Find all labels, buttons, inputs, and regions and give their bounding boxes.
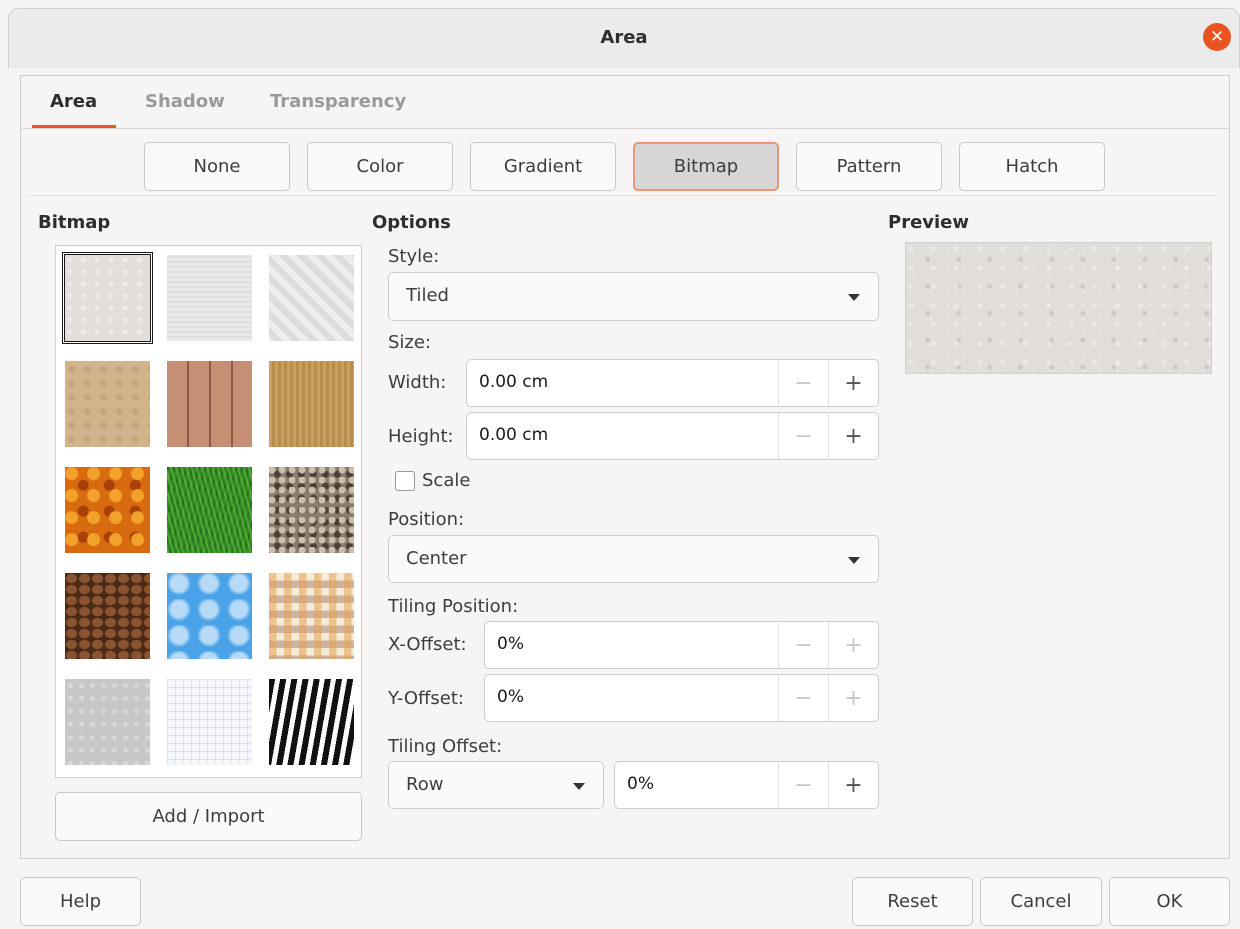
help-button[interactable]: Help — [20, 877, 141, 926]
fill-gradient-button[interactable]: Gradient — [470, 142, 616, 191]
fill-pattern-button[interactable]: Pattern — [796, 142, 942, 191]
chevron-down-icon — [848, 557, 860, 564]
window-title: Area — [600, 27, 648, 48]
bitmap-wooden-planks[interactable] — [161, 355, 258, 453]
bitmap-painted-white[interactable] — [59, 249, 156, 347]
width-increment-button[interactable]: + — [828, 360, 878, 406]
y-offset-decrement-button[interactable]: − — [778, 675, 828, 721]
bitmap-pebbles[interactable] — [263, 461, 360, 559]
position-dropdown[interactable]: Center — [388, 535, 879, 583]
x-offset-spinbox[interactable]: 0% − + — [484, 621, 879, 669]
y-offset-increment-button[interactable]: + — [828, 675, 878, 721]
fill-bitmap-button[interactable]: Bitmap — [633, 142, 779, 191]
tiling-offset-decrement-button[interactable]: − — [778, 762, 828, 808]
tiling-offset-spinbox[interactable]: 0% − + — [614, 761, 879, 809]
x-offset-increment-button[interactable]: + — [828, 622, 878, 668]
height-value: 0.00 cm — [479, 425, 549, 445]
width-decrement-button[interactable]: − — [778, 360, 828, 406]
bitmap-cardboard[interactable] — [263, 355, 360, 453]
tiling-offset-mode-dropdown[interactable]: Row — [388, 761, 604, 809]
tiling-offset-increment-button[interactable]: + — [828, 762, 878, 808]
style-dropdown[interactable]: Tiled — [388, 272, 879, 321]
width-spinbox[interactable]: 0.00 cm − + — [466, 359, 879, 407]
tiling-offset-mode-value: Row — [406, 774, 444, 795]
bitmap-grass[interactable] — [161, 461, 258, 559]
tab-bar: Area Shadow Transparency — [20, 75, 1230, 129]
bitmap-graph-paper[interactable] — [161, 673, 258, 771]
tiling-offset-label: Tiling Offset: — [388, 736, 503, 757]
ok-button[interactable]: OK — [1109, 877, 1230, 926]
y-offset-value: 0% — [497, 687, 524, 707]
tiling-offset-value: 0% — [627, 774, 654, 794]
preview-box — [905, 242, 1212, 374]
width-label: Width: — [388, 372, 447, 393]
active-tab-indicator — [32, 125, 116, 128]
fill-hatch-button[interactable]: Hatch — [959, 142, 1105, 191]
tab-transparency[interactable]: Transparency — [270, 91, 406, 112]
x-offset-label: X-Offset: — [388, 634, 467, 655]
cancel-button[interactable]: Cancel — [980, 877, 1102, 926]
bitmap-section-label: Bitmap — [38, 212, 111, 233]
bitmap-paper-texture[interactable] — [161, 249, 258, 347]
reset-button[interactable]: Reset — [852, 877, 973, 926]
separator — [28, 195, 1218, 196]
close-icon[interactable]: ✕ — [1203, 23, 1231, 51]
bitmap-zebra[interactable] — [263, 673, 360, 771]
scale-label: Scale — [422, 470, 471, 491]
style-label: Style: — [388, 246, 440, 267]
tab-area[interactable]: Area — [50, 91, 97, 112]
height-increment-button[interactable]: + — [828, 413, 878, 459]
options-section-label: Options — [372, 212, 451, 233]
bitmap-paper-crumpled[interactable] — [263, 249, 360, 347]
bitmap-coffee-beans[interactable] — [59, 567, 156, 665]
bitmap-grid — [55, 245, 362, 778]
tiling-position-label: Tiling Position: — [388, 596, 519, 617]
size-label: Size: — [388, 332, 432, 353]
add-import-button[interactable]: Add / Import — [55, 792, 362, 841]
height-spinbox[interactable]: 0.00 cm − + — [466, 412, 879, 460]
tab-shadow[interactable]: Shadow — [145, 91, 225, 112]
bitmap-sky[interactable] — [161, 567, 258, 665]
x-offset-value: 0% — [497, 634, 524, 654]
bitmap-maple-leaves[interactable] — [59, 461, 156, 559]
position-label: Position: — [388, 509, 465, 530]
style-value: Tiled — [406, 285, 449, 306]
x-offset-decrement-button[interactable]: − — [778, 622, 828, 668]
y-offset-spinbox[interactable]: 0% − + — [484, 674, 879, 722]
chevron-down-icon — [848, 294, 860, 301]
preview-section-label: Preview — [888, 212, 970, 233]
position-value: Center — [406, 548, 467, 569]
fill-none-button[interactable]: None — [144, 142, 290, 191]
y-offset-label: Y-Offset: — [388, 688, 464, 709]
height-label: Height: — [388, 426, 454, 447]
scale-checkbox[interactable] — [395, 471, 415, 491]
bitmap-paper-brown[interactable] — [59, 355, 156, 453]
height-decrement-button[interactable]: − — [778, 413, 828, 459]
width-value: 0.00 cm — [479, 372, 549, 392]
bitmap-color-stripes[interactable] — [263, 567, 360, 665]
chevron-down-icon — [573, 783, 585, 790]
fill-color-button[interactable]: Color — [307, 142, 453, 191]
title-bar: Area ✕ — [8, 8, 1240, 68]
bitmap-concrete[interactable] — [59, 673, 156, 771]
